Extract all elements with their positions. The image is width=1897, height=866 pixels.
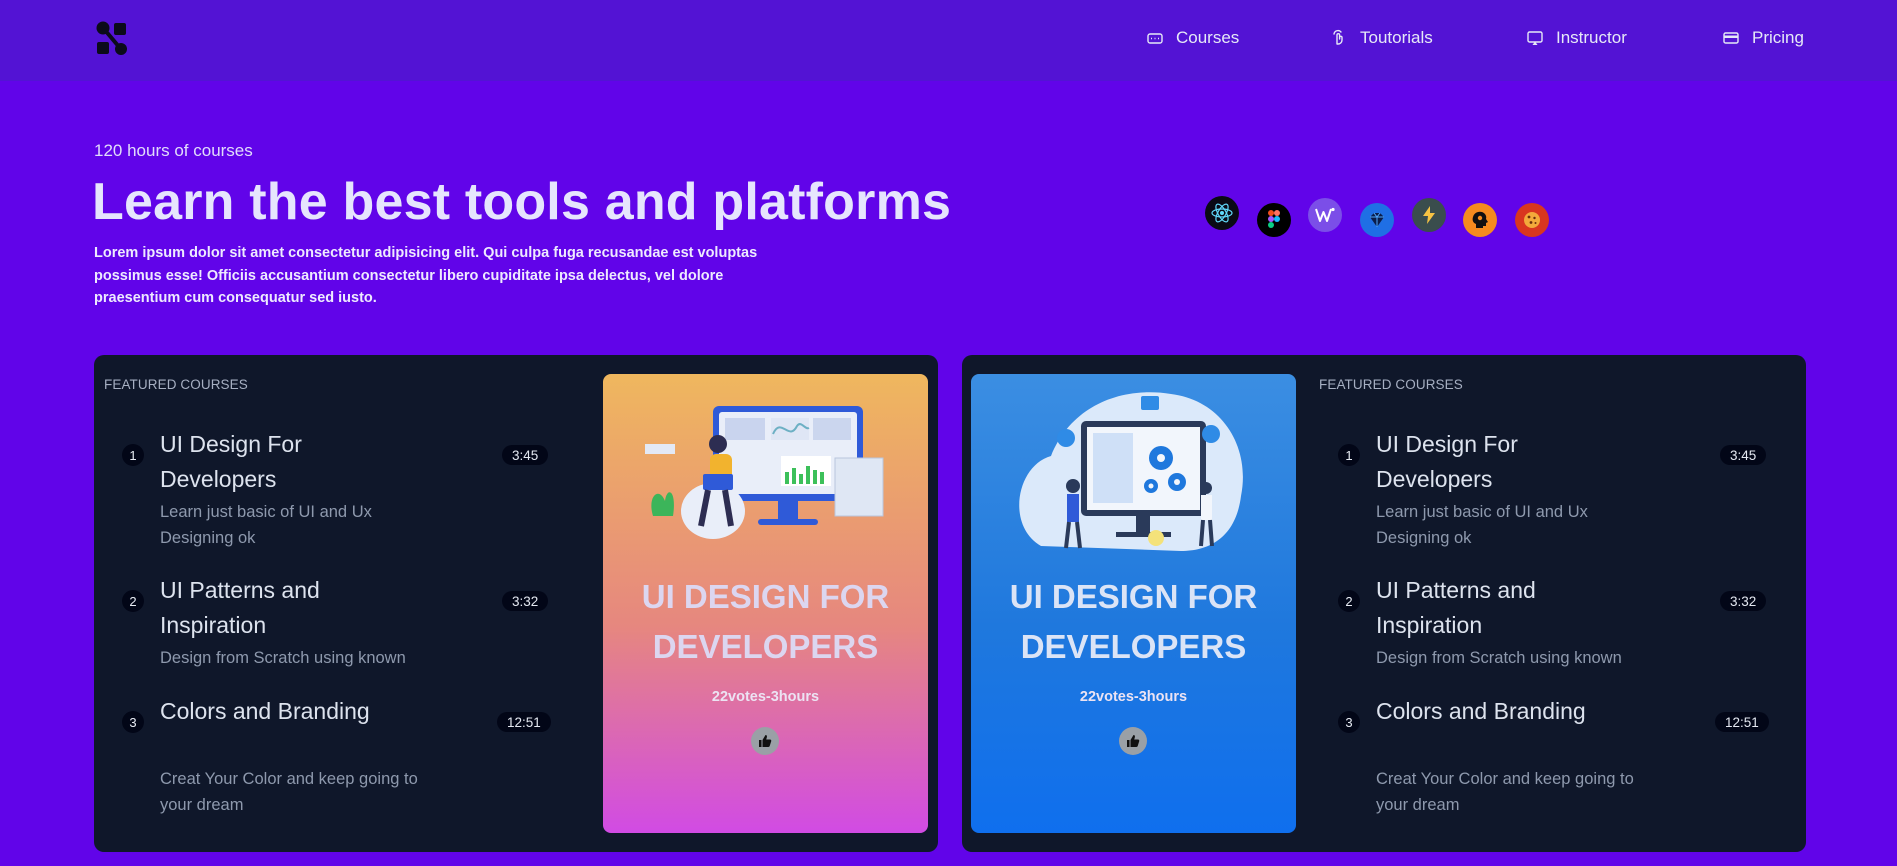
cookie-icon[interactable] [1515, 203, 1549, 237]
credit-card-icon [1723, 32, 1739, 44]
course-number: 3 [122, 711, 144, 733]
card-title: UI DESIGN FOR DEVELOPERS [641, 578, 890, 665]
duration-badge: 3:45 [1720, 445, 1767, 465]
hand-pointer-icon [1333, 29, 1343, 45]
webflow-icon[interactable] [1308, 198, 1342, 232]
bolt-icon[interactable] [1412, 198, 1446, 232]
course-number: 1 [122, 444, 144, 466]
course-title: UI Patterns and Inspiration [1376, 577, 1536, 638]
monitor-icon [1527, 31, 1543, 45]
course-title: Colors and Branding [1376, 698, 1586, 724]
course-subtitle: Design from Scratch using known [1376, 649, 1622, 667]
nav-pricing[interactable]: Pricing [1722, 27, 1804, 49]
thumbs-up-icon [759, 735, 772, 747]
course-title: UI Design For Developers [160, 431, 302, 492]
duration-badge: 3:45 [502, 445, 549, 465]
featured-label: FEATURED COURSES [1319, 377, 1463, 392]
duration-badge: 12:51 [497, 712, 551, 732]
nav-instructor[interactable]: Instructor [1526, 27, 1627, 49]
logo-icon[interactable] [94, 20, 130, 56]
figma-icon[interactable] [1257, 203, 1291, 237]
hero-title: Learn the best tools and platforms [92, 173, 952, 231]
gem-icon[interactable] [1360, 203, 1394, 237]
duration-badge: 12:51 [1715, 712, 1769, 732]
nav-tutorials[interactable]: Toutorials [1330, 27, 1433, 49]
hero-eyebrow: 120 hours of courses [94, 141, 253, 160]
react-icon[interactable] [1205, 196, 1239, 230]
like-button[interactable] [1119, 727, 1147, 755]
keyboard-icon [1147, 33, 1163, 44]
course-title: Colors and Branding [160, 698, 370, 724]
top-navbar: Courses Toutorials Instructor Pricing [0, 0, 1897, 81]
course-subtitle: Learn just basic of UI and Ux Designing … [160, 503, 372, 547]
card-title: UI DESIGN FOR DEVELOPERS [1009, 578, 1258, 665]
course-subtitle: Design from Scratch using known [160, 649, 406, 667]
nav-courses-label: Courses [1176, 28, 1240, 47]
course-subtitle: Creat Your Color and keep going to your … [160, 770, 418, 814]
nav-tutorials-label: Toutorials [1360, 28, 1433, 47]
featured-label: FEATURED COURSES [104, 377, 248, 392]
course-number: 3 [1338, 711, 1360, 733]
duration-badge: 3:32 [502, 591, 549, 611]
course-number: 1 [1338, 444, 1360, 466]
like-button[interactable] [751, 727, 779, 755]
course-subtitle: Creat Your Color and keep going to your … [1376, 770, 1634, 814]
course-number: 2 [122, 590, 144, 612]
course-subtitle: Learn just basic of UI and Ux Designing … [1376, 503, 1588, 547]
nav-instructor-label: Instructor [1556, 28, 1627, 47]
card-meta: 22votes-3hours [1079, 689, 1188, 705]
hero-description: Lorem ipsum dolor sit amet consectetur a… [94, 245, 758, 306]
course-title: UI Design For Developers [1376, 431, 1518, 492]
developer-illustration [645, 406, 884, 539]
featured-panel-left: FEATURED COURSES 1 UI Design For Develop… [94, 355, 938, 852]
course-card[interactable]: UI DESIGN FOR DEVELOPERS 22votes-3hours [603, 374, 928, 833]
course-card[interactable]: UI DESIGN FOR DEVELOPERS 22votes-3hours [971, 374, 1296, 833]
coding-illustration [1019, 392, 1243, 551]
duration-badge: 3:32 [1720, 591, 1767, 611]
card-meta: 22votes-3hours [711, 689, 820, 705]
thumbs-up-icon [1127, 735, 1140, 747]
featured-panel-right: UI DESIGN FOR DEVELOPERS 22votes-3hours … [962, 355, 1806, 852]
nav-pricing-label: Pricing [1752, 28, 1804, 47]
brain-icon[interactable] [1463, 203, 1497, 237]
course-number: 2 [1338, 590, 1360, 612]
nav-courses[interactable]: Courses [1146, 27, 1239, 49]
course-title: UI Patterns and Inspiration [160, 577, 320, 638]
